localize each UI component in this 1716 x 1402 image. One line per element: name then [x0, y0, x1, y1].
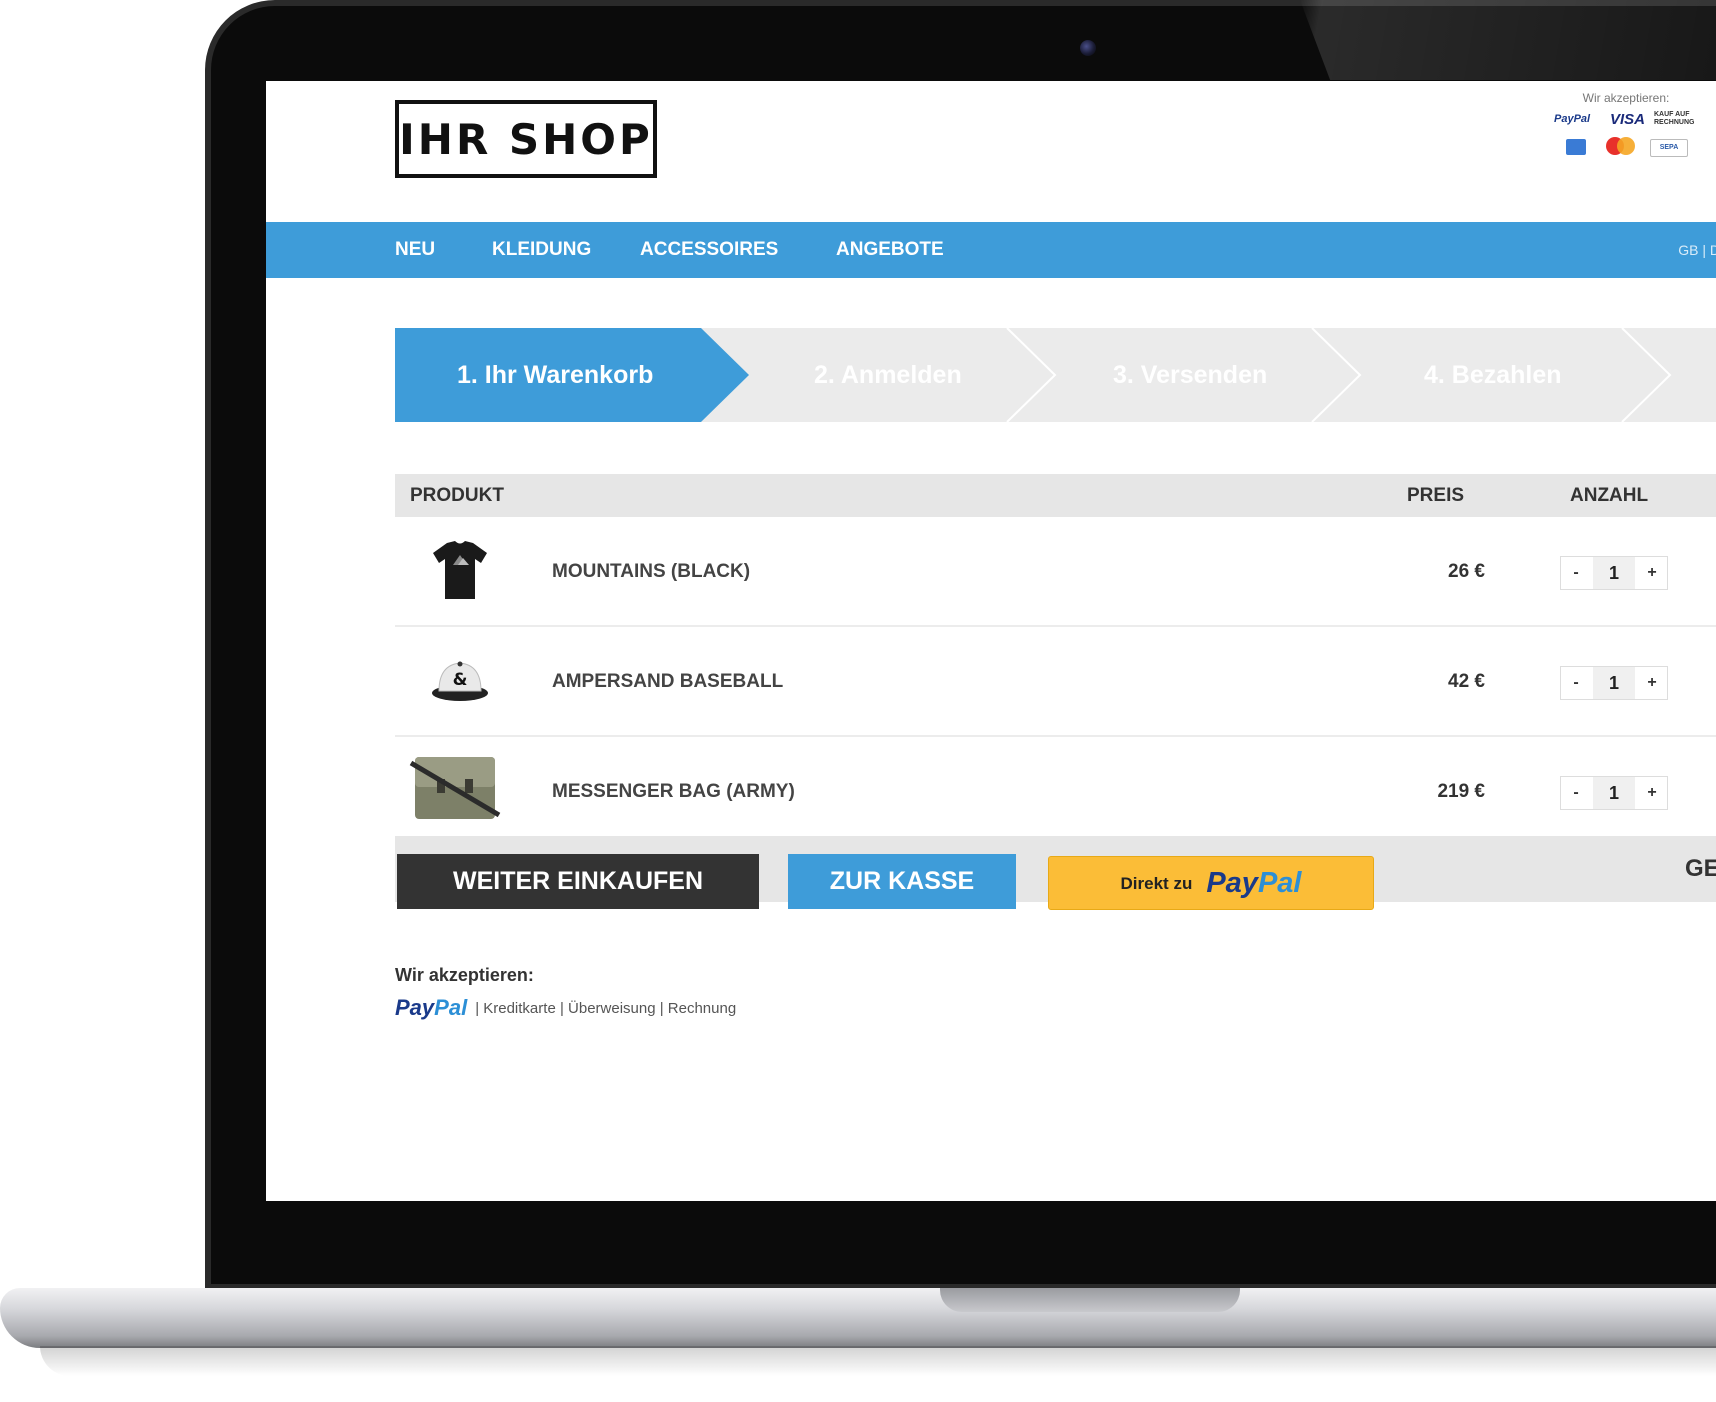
laptop-notch	[940, 1288, 1240, 1312]
laptop-shadow	[40, 1346, 1716, 1376]
paypal-logo-icon: PayPal	[395, 995, 468, 1020]
continue-shopping-button[interactable]: WEITER EINKAUFEN	[397, 854, 759, 909]
paypal-button-prefix: Direkt zu	[1120, 874, 1193, 893]
laptop-base	[0, 1288, 1716, 1348]
paypal-logo-icon: PayPal	[1206, 867, 1302, 899]
payment-methods-text: | Kreditkarte | Überweisung | Rechnung	[475, 1000, 737, 1017]
paypal-checkout-button[interactable]: Direkt zu PayPal	[1048, 856, 1374, 910]
accepted-payments-list: PayPal | Kreditkarte | Überweisung | Rech…	[395, 995, 736, 1021]
screen-actions-layer: WEITER EINKAUFEN ZUR KASSE Direkt zu PayP…	[266, 0, 1716, 1201]
checkout-button[interactable]: ZUR KASSE	[788, 854, 1016, 909]
accepted-payments-title: Wir akzeptieren:	[395, 965, 534, 985]
